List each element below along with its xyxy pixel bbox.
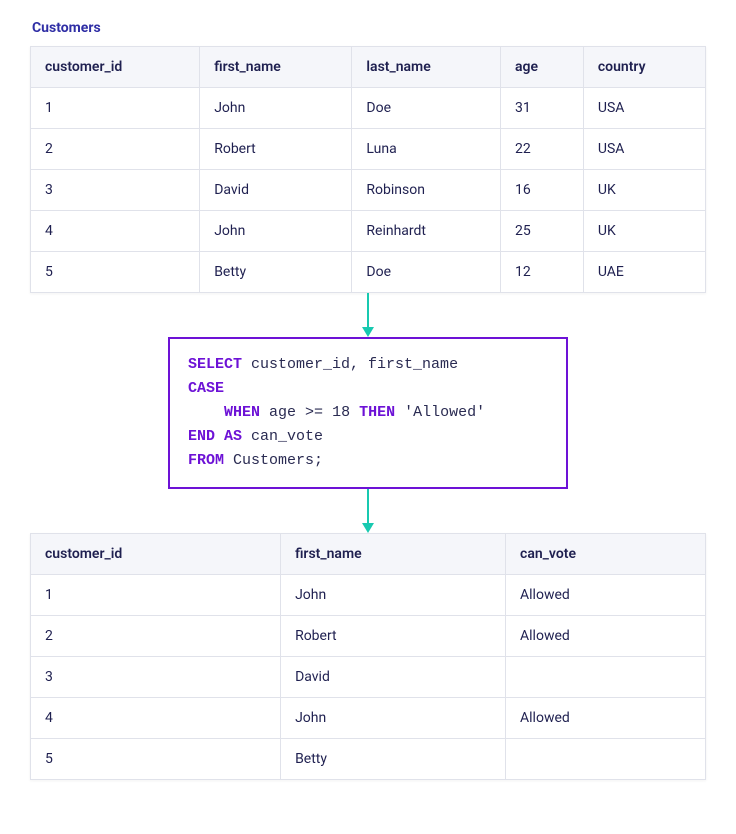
table-cell: 4 <box>31 211 200 252</box>
table-cell: 1 <box>31 88 200 129</box>
table-row: 1JohnAllowed <box>31 575 706 616</box>
table-cell: 4 <box>31 698 281 739</box>
table-cell: 2 <box>31 616 281 657</box>
table-cell: 12 <box>501 252 584 293</box>
table-cell: Allowed <box>506 575 706 616</box>
table-cell: Betty <box>281 739 506 780</box>
table-cell: 1 <box>31 575 281 616</box>
table-cell: David <box>200 170 352 211</box>
table-cell <box>506 657 706 698</box>
table-row: 4JohnReinhardt25UK <box>31 211 706 252</box>
arrow-down-icon <box>30 293 706 337</box>
table-cell: 3 <box>31 657 281 698</box>
table-cell: 16 <box>501 170 584 211</box>
table-row: 1JohnDoe31USA <box>31 88 706 129</box>
table-row: 5Betty <box>31 739 706 780</box>
table-cell: Robinson <box>352 170 501 211</box>
column-header: customer_id <box>31 47 200 88</box>
table-row: 4JohnAllowed <box>31 698 706 739</box>
arrow-down-icon <box>30 489 706 533</box>
table-cell: USA <box>583 88 705 129</box>
table-cell: John <box>200 88 352 129</box>
table-cell: Allowed <box>506 616 706 657</box>
table-row: 2RobertLuna22USA <box>31 129 706 170</box>
column-header: can_vote <box>506 534 706 575</box>
table-cell: Luna <box>352 129 501 170</box>
table-row: 3DavidRobinson16UK <box>31 170 706 211</box>
table-cell: John <box>200 211 352 252</box>
table-cell: 2 <box>31 129 200 170</box>
table-cell: Doe <box>352 252 501 293</box>
table-cell: 3 <box>31 170 200 211</box>
sql-code-block: SELECT customer_id, first_nameCASE WHEN … <box>168 337 568 489</box>
table-cell: Robert <box>281 616 506 657</box>
table-cell: Robert <box>200 129 352 170</box>
table-cell: Allowed <box>506 698 706 739</box>
table-cell: 5 <box>31 252 200 293</box>
table-cell <box>506 739 706 780</box>
table-cell: 25 <box>501 211 584 252</box>
table-cell: 5 <box>31 739 281 780</box>
table-cell: UAE <box>583 252 705 293</box>
table-cell: 31 <box>501 88 584 129</box>
table-cell: John <box>281 698 506 739</box>
table-row: 2RobertAllowed <box>31 616 706 657</box>
column-header: age <box>501 47 584 88</box>
column-header: first_name <box>200 47 352 88</box>
table-cell: 22 <box>501 129 584 170</box>
table-cell: UK <box>583 170 705 211</box>
table-cell: USA <box>583 129 705 170</box>
table-cell: David <box>281 657 506 698</box>
table-cell: John <box>281 575 506 616</box>
result-table: customer_idfirst_namecan_vote 1JohnAllow… <box>30 533 706 780</box>
column-header: country <box>583 47 705 88</box>
table-row: 3David <box>31 657 706 698</box>
table-cell: UK <box>583 211 705 252</box>
table-cell: Betty <box>200 252 352 293</box>
column-header: last_name <box>352 47 501 88</box>
source-table: customer_idfirst_namelast_nameagecountry… <box>30 46 706 293</box>
source-table-title: Customers <box>32 20 706 36</box>
column-header: customer_id <box>31 534 281 575</box>
table-row: 5BettyDoe12UAE <box>31 252 706 293</box>
column-header: first_name <box>281 534 506 575</box>
table-cell: Doe <box>352 88 501 129</box>
table-cell: Reinhardt <box>352 211 501 252</box>
